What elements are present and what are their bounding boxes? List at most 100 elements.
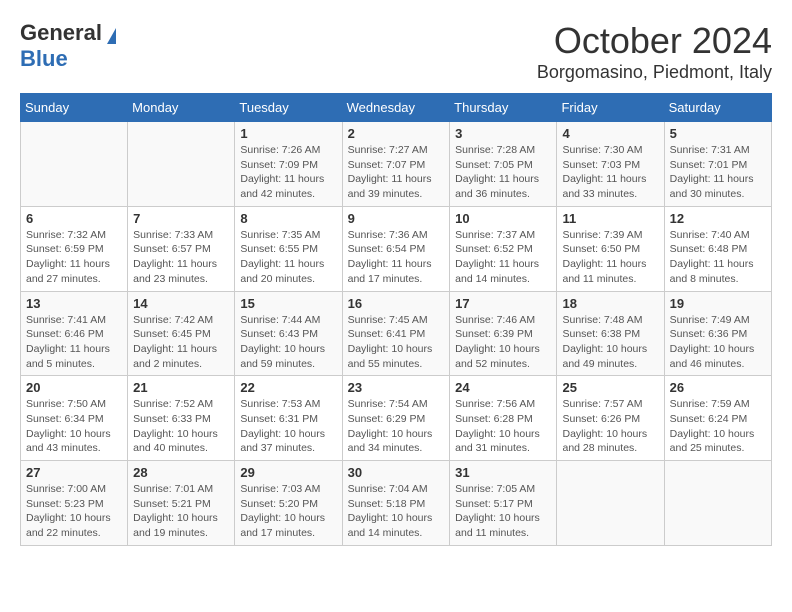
calendar-cell: 26 Sunrise: 7:59 AMSunset: 6:24 PMDayligh… bbox=[664, 376, 771, 461]
day-info: Sunrise: 7:53 AMSunset: 6:31 PMDaylight:… bbox=[240, 397, 336, 456]
day-info: Sunrise: 7:05 AMSunset: 5:17 PMDaylight:… bbox=[455, 482, 551, 541]
day-number: 8 bbox=[240, 211, 336, 226]
day-header-friday: Friday bbox=[557, 94, 664, 122]
day-number: 1 bbox=[240, 126, 336, 141]
logo-blue: Blue bbox=[20, 46, 68, 71]
day-info: Sunrise: 7:49 AMSunset: 6:36 PMDaylight:… bbox=[670, 313, 766, 372]
calendar-cell: 14Sunrise: 7:42 AMSunset: 6:45 PMDayligh… bbox=[128, 291, 235, 376]
day-info: Sunrise: 7:32 AMSunset: 6:59 PMDaylight:… bbox=[26, 228, 122, 287]
day-info: Sunrise: 7:52 AMSunset: 6:33 PMDaylight:… bbox=[133, 397, 229, 456]
day-info: Sunrise: 7:00 AMSunset: 5:23 PMDaylight:… bbox=[26, 482, 122, 541]
calendar-cell: 22 Sunrise: 7:53 AMSunset: 6:31 PMDayligh… bbox=[235, 376, 342, 461]
day-info: Sunrise: 7:41 AMSunset: 6:46 PMDaylight:… bbox=[26, 313, 122, 372]
calendar-cell bbox=[128, 122, 235, 207]
calendar-cell: 25 Sunrise: 7:57 AMSunset: 6:26 PMDayligh… bbox=[557, 376, 664, 461]
logo: General Blue bbox=[20, 20, 116, 72]
day-number: 10 bbox=[455, 211, 551, 226]
calendar-cell: 13 Sunrise: 7:41 AMSunset: 6:46 PMDayligh… bbox=[21, 291, 128, 376]
day-header-saturday: Saturday bbox=[664, 94, 771, 122]
calendar-cell: 15Sunrise: 7:44 AMSunset: 6:43 PMDayligh… bbox=[235, 291, 342, 376]
calendar-cell: 11Sunrise: 7:39 AMSunset: 6:50 PMDayligh… bbox=[557, 206, 664, 291]
calendar-cell bbox=[557, 461, 664, 546]
day-info: Sunrise: 7:37 AMSunset: 6:52 PMDaylight:… bbox=[455, 228, 551, 287]
calendar-cell: 30Sunrise: 7:04 AMSunset: 5:18 PMDayligh… bbox=[342, 461, 450, 546]
calendar-cell bbox=[664, 461, 771, 546]
day-number: 26 bbox=[670, 380, 766, 395]
day-info: Sunrise: 7:39 AMSunset: 6:50 PMDaylight:… bbox=[562, 228, 658, 287]
calendar-cell: 20 Sunrise: 7:50 AMSunset: 6:34 PMDayligh… bbox=[21, 376, 128, 461]
calendar-cell: 8 Sunrise: 7:35 AMSunset: 6:55 PMDaylight… bbox=[235, 206, 342, 291]
calendar-cell: 16 Sunrise: 7:45 AMSunset: 6:41 PMDayligh… bbox=[342, 291, 450, 376]
day-number: 21 bbox=[133, 380, 229, 395]
day-number: 18 bbox=[562, 296, 658, 311]
day-info: Sunrise: 7:48 AMSunset: 6:38 PMDaylight:… bbox=[562, 313, 658, 372]
day-number: 24 bbox=[455, 380, 551, 395]
day-info: Sunrise: 7:33 AMSunset: 6:57 PMDaylight:… bbox=[133, 228, 229, 287]
day-number: 27 bbox=[26, 465, 122, 480]
day-header-tuesday: Tuesday bbox=[235, 94, 342, 122]
day-info: Sunrise: 7:26 AMSunset: 7:09 PMDaylight:… bbox=[240, 143, 336, 202]
day-info: Sunrise: 7:28 AMSunset: 7:05 PMDaylight:… bbox=[455, 143, 551, 202]
day-number: 16 bbox=[348, 296, 445, 311]
day-number: 5 bbox=[670, 126, 766, 141]
calendar-cell: 5 Sunrise: 7:31 AMSunset: 7:01 PMDaylight… bbox=[664, 122, 771, 207]
day-number: 3 bbox=[455, 126, 551, 141]
day-info: Sunrise: 7:44 AMSunset: 6:43 PMDaylight:… bbox=[240, 313, 336, 372]
day-number: 4 bbox=[562, 126, 658, 141]
month-title: October 2024 bbox=[537, 20, 772, 62]
day-number: 19 bbox=[670, 296, 766, 311]
logo-general: General bbox=[20, 20, 102, 45]
day-number: 9 bbox=[348, 211, 445, 226]
calendar-cell: 3 Sunrise: 7:28 AMSunset: 7:05 PMDaylight… bbox=[450, 122, 557, 207]
calendar-cell: 2 Sunrise: 7:27 AMSunset: 7:07 PMDaylight… bbox=[342, 122, 450, 207]
day-info: Sunrise: 7:40 AMSunset: 6:48 PMDaylight:… bbox=[670, 228, 766, 287]
location-title: Borgomasino, Piedmont, Italy bbox=[537, 62, 772, 83]
day-info: Sunrise: 7:42 AMSunset: 6:45 PMDaylight:… bbox=[133, 313, 229, 372]
calendar-cell: 6 Sunrise: 7:32 AMSunset: 6:59 PMDaylight… bbox=[21, 206, 128, 291]
day-number: 6 bbox=[26, 211, 122, 226]
day-number: 12 bbox=[670, 211, 766, 226]
day-number: 2 bbox=[348, 126, 445, 141]
day-number: 31 bbox=[455, 465, 551, 480]
calendar-cell: 9 Sunrise: 7:36 AMSunset: 6:54 PMDaylight… bbox=[342, 206, 450, 291]
day-info: Sunrise: 7:31 AMSunset: 7:01 PMDaylight:… bbox=[670, 143, 766, 202]
day-header-thursday: Thursday bbox=[450, 94, 557, 122]
calendar-cell: 28 Sunrise: 7:01 AMSunset: 5:21 PMDayligh… bbox=[128, 461, 235, 546]
calendar-cell: 31 Sunrise: 7:05 AMSunset: 5:17 PMDayligh… bbox=[450, 461, 557, 546]
calendar-cell: 29Sunrise: 7:03 AMSunset: 5:20 PMDayligh… bbox=[235, 461, 342, 546]
day-info: Sunrise: 7:35 AMSunset: 6:55 PMDaylight:… bbox=[240, 228, 336, 287]
day-number: 22 bbox=[240, 380, 336, 395]
day-info: Sunrise: 7:45 AMSunset: 6:41 PMDaylight:… bbox=[348, 313, 445, 372]
calendar-cell: 18 Sunrise: 7:48 AMSunset: 6:38 PMDayligh… bbox=[557, 291, 664, 376]
day-number: 7 bbox=[133, 211, 229, 226]
day-info: Sunrise: 7:59 AMSunset: 6:24 PMDaylight:… bbox=[670, 397, 766, 456]
day-number: 25 bbox=[562, 380, 658, 395]
day-number: 30 bbox=[348, 465, 445, 480]
day-info: Sunrise: 7:27 AMSunset: 7:07 PMDaylight:… bbox=[348, 143, 445, 202]
calendar-cell: 12 Sunrise: 7:40 AMSunset: 6:48 PMDayligh… bbox=[664, 206, 771, 291]
calendar-cell: 7 Sunrise: 7:33 AMSunset: 6:57 PMDaylight… bbox=[128, 206, 235, 291]
calendar-cell: 24 Sunrise: 7:56 AMSunset: 6:28 PMDayligh… bbox=[450, 376, 557, 461]
day-info: Sunrise: 7:46 AMSunset: 6:39 PMDaylight:… bbox=[455, 313, 551, 372]
day-number: 20 bbox=[26, 380, 122, 395]
calendar-cell: 21 Sunrise: 7:52 AMSunset: 6:33 PMDayligh… bbox=[128, 376, 235, 461]
calendar-table: SundayMondayTuesdayWednesdayThursdayFrid… bbox=[20, 93, 772, 546]
day-info: Sunrise: 7:36 AMSunset: 6:54 PMDaylight:… bbox=[348, 228, 445, 287]
calendar-cell bbox=[21, 122, 128, 207]
day-number: 29 bbox=[240, 465, 336, 480]
calendar-cell: 19 Sunrise: 7:49 AMSunset: 6:36 PMDayligh… bbox=[664, 291, 771, 376]
calendar-cell: 4 Sunrise: 7:30 AMSunset: 7:03 PMDaylight… bbox=[557, 122, 664, 207]
day-info: Sunrise: 7:56 AMSunset: 6:28 PMDaylight:… bbox=[455, 397, 551, 456]
day-header-wednesday: Wednesday bbox=[342, 94, 450, 122]
day-info: Sunrise: 7:54 AMSunset: 6:29 PMDaylight:… bbox=[348, 397, 445, 456]
day-info: Sunrise: 7:30 AMSunset: 7:03 PMDaylight:… bbox=[562, 143, 658, 202]
day-number: 13 bbox=[26, 296, 122, 311]
day-header-sunday: Sunday bbox=[21, 94, 128, 122]
title-section: October 2024 Borgomasino, Piedmont, Ital… bbox=[537, 20, 772, 83]
day-info: Sunrise: 7:57 AMSunset: 6:26 PMDaylight:… bbox=[562, 397, 658, 456]
day-header-monday: Monday bbox=[128, 94, 235, 122]
day-info: Sunrise: 7:50 AMSunset: 6:34 PMDaylight:… bbox=[26, 397, 122, 456]
calendar-cell: 1 Sunrise: 7:26 AMSunset: 7:09 PMDaylight… bbox=[235, 122, 342, 207]
day-number: 28 bbox=[133, 465, 229, 480]
day-info: Sunrise: 7:01 AMSunset: 5:21 PMDaylight:… bbox=[133, 482, 229, 541]
